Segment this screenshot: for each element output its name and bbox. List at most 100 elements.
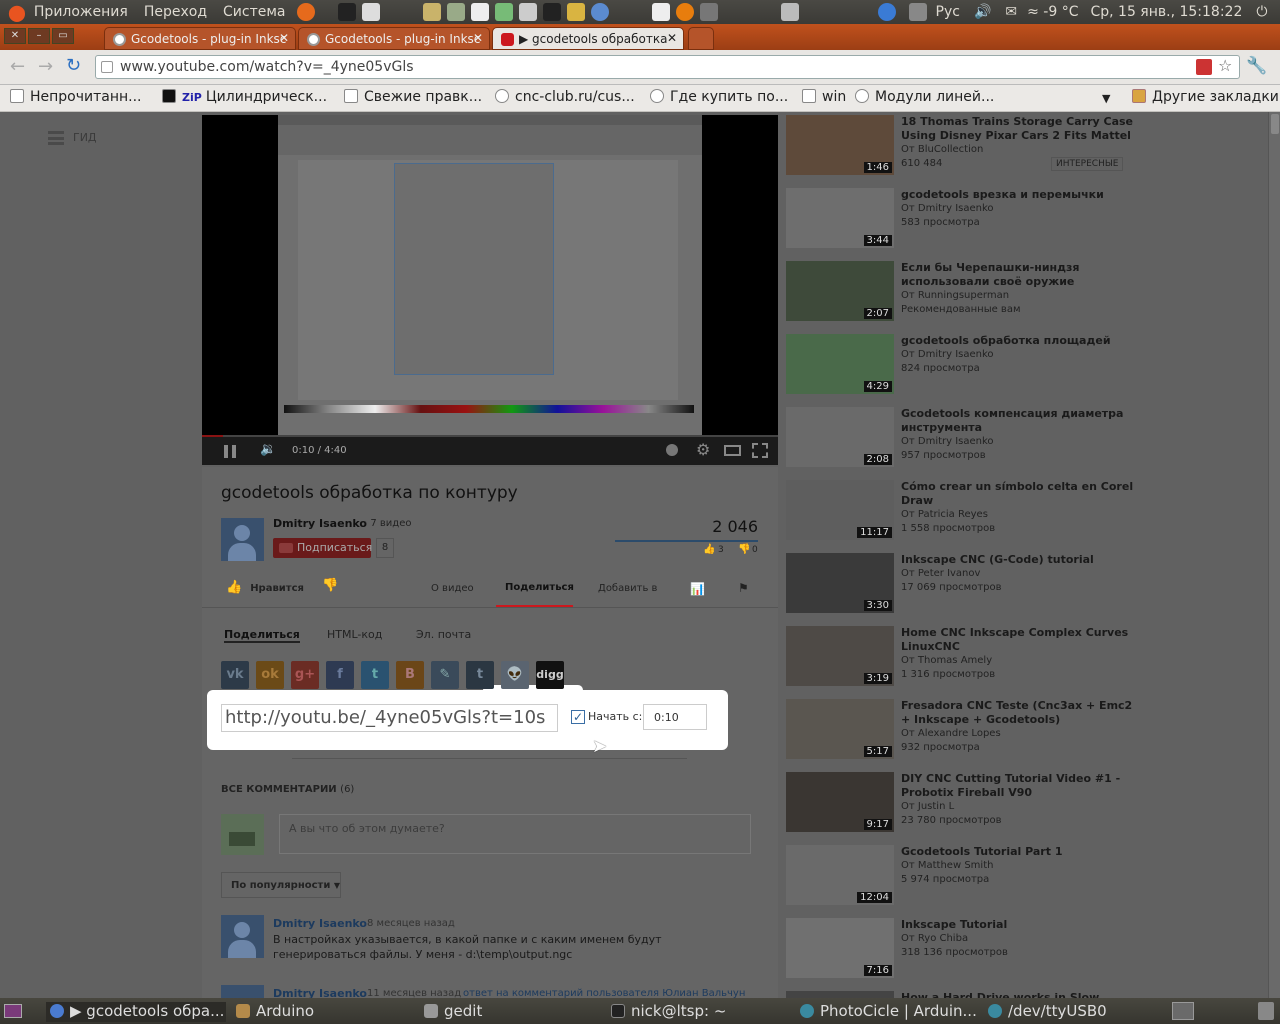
terminal-launcher-icon[interactable] <box>337 3 356 21</box>
bookmarks-overflow-icon[interactable]: ▼ <box>1102 92 1110 105</box>
window-close-button[interactable]: ✕ <box>4 28 26 44</box>
video-thumbnail[interactable] <box>786 991 894 998</box>
firefox-launcher-icon[interactable] <box>296 3 315 21</box>
comment-avatar[interactable] <box>221 915 264 958</box>
vk-share-icon[interactable]: vk <box>221 661 249 689</box>
taskbar-item[interactable]: gedit <box>424 1002 482 1020</box>
app-launcher-icon[interactable] <box>494 3 513 21</box>
bookmark-item[interactable]: Модули линей... <box>855 89 994 105</box>
related-video-title[interactable]: Home CNC Inkscape Complex Curves LinuxCN… <box>901 626 1136 654</box>
settings-gear-icon[interactable]: ⚙ <box>696 440 710 459</box>
extension-icon[interactable] <box>1196 59 1212 75</box>
related-video-title[interactable]: How a Hard Drive works in Slow Motion - <box>901 991 1136 998</box>
forward-icon[interactable]: → <box>38 56 53 77</box>
bookmark-item[interactable]: ZiP Цилиндрическ... <box>162 89 327 105</box>
share-subtab-embed[interactable]: HTML-код <box>327 628 382 641</box>
network-icon[interactable] <box>877 3 896 21</box>
video-thumbnail[interactable]: 7:16 <box>786 918 894 978</box>
ubuntu-logo-icon[interactable]: ⬤ <box>8 3 26 22</box>
menu-places[interactable]: Переход <box>136 4 215 20</box>
related-video-item[interactable]: 1:46 18 Thomas Trains Storage Carry Case … <box>786 115 1246 177</box>
browser-tab-active[interactable]: ▶ gcodetools обработка ✕ <box>492 27 684 50</box>
trash-icon[interactable] <box>1258 1002 1274 1020</box>
related-video-item[interactable]: 7:16 Inkscape Tutorial От Ryo Chiba 318 136… <box>786 918 1246 980</box>
tab-add-to[interactable]: Добавить в <box>598 583 657 594</box>
battery-icon[interactable] <box>908 3 927 21</box>
video-thumbnail[interactable]: 12:04 <box>786 845 894 905</box>
browser-tab[interactable]: Gcodetools - plug-in Inksc ✕ <box>104 27 296 50</box>
blender-launcher-icon[interactable] <box>675 3 694 21</box>
start-at-checkbox[interactable]: ✓ <box>571 710 585 724</box>
address-bar[interactable]: www.youtube.com/watch?v=_4yne05vGls ☆ <box>95 55 1240 79</box>
share-subtab-share[interactable]: Поделиться <box>224 628 300 643</box>
video-thumbnail[interactable]: 3:44 <box>786 188 894 248</box>
video-thumbnail[interactable]: 5:17 <box>786 699 894 759</box>
app-launcher-icon[interactable] <box>542 3 561 21</box>
menu-applications[interactable]: Приложения <box>26 4 136 20</box>
stats-icon[interactable]: 📊 <box>690 582 705 596</box>
related-video-item[interactable]: 3:30 Inkscape CNC (G-Code) tutorial От Pet… <box>786 553 1246 615</box>
video-thumbnail[interactable]: 3:19 <box>786 626 894 686</box>
google-plus-share-icon[interactable]: g+ <box>291 661 319 689</box>
wrench-menu-icon[interactable]: 🔧 <box>1246 56 1267 76</box>
guide-menu-icon[interactable] <box>48 131 64 145</box>
related-video-title[interactable]: Inkscape Tutorial <box>901 918 1136 932</box>
guide-label[interactable]: ГИД <box>73 131 97 144</box>
sort-dropdown[interactable]: По популярности ▼ <box>221 872 341 898</box>
facebook-share-icon[interactable]: f <box>326 661 354 689</box>
video-thumbnail[interactable]: 9:17 <box>786 772 894 832</box>
tab-about[interactable]: О видео <box>431 583 474 594</box>
watch-later-icon[interactable] <box>666 444 678 456</box>
video-thumbnail[interactable]: 1:46 <box>786 115 894 175</box>
related-video-item[interactable]: 5:17 Fresadora CNC Teste (Cnc3ax + Emc2 +… <box>786 699 1246 761</box>
bookmark-item[interactable]: Непрочитанн... <box>10 89 142 105</box>
fullscreen-icon[interactable] <box>752 443 768 458</box>
show-desktop-icon[interactable] <box>4 1004 22 1018</box>
mail-icon[interactable]: ✉ <box>1005 4 1017 20</box>
app-launcher-icon[interactable] <box>566 3 585 21</box>
app-launcher-icon[interactable] <box>651 3 670 21</box>
video-thumbnail[interactable]: 11:17 <box>786 480 894 540</box>
app-launcher-icon[interactable] <box>518 3 537 21</box>
related-video-item[interactable]: 2:07 Если бы Черепашки-ниндзя использовал… <box>786 261 1246 323</box>
weather-indicator[interactable]: ≈ -9 °C <box>1027 4 1078 20</box>
show-desktop-icon[interactable] <box>780 3 799 21</box>
workspace-switcher-icon[interactable] <box>1172 1002 1194 1020</box>
channel-name[interactable]: Dmitry Isaenko <box>273 517 367 530</box>
related-video-title[interactable]: gcodetools врезка и перемычки <box>901 188 1136 202</box>
taskbar-item[interactable]: ▶ gcodetools обра... <box>46 1002 226 1022</box>
taskbar-item[interactable]: Arduino <box>236 1002 314 1020</box>
menu-system[interactable]: Система <box>215 4 293 20</box>
app-launcher-icon[interactable] <box>699 3 718 21</box>
related-video-item[interactable]: 3:19 Home CNC Inkscape Complex Curves Lin… <box>786 626 1246 688</box>
related-video-item[interactable]: 4:29 gcodetools обработка площадей От Dmit… <box>786 334 1246 396</box>
volume-icon[interactable]: 🔉 <box>260 442 276 457</box>
twitter-share-icon[interactable]: t <box>361 661 389 689</box>
comment-input[interactable]: А вы что об этом думаете? <box>279 814 751 854</box>
power-icon[interactable]: ⏻ <box>1256 4 1267 20</box>
app-launcher-icon[interactable] <box>470 3 489 21</box>
taskbar-item[interactable]: nick@ltsp: ~ <box>611 1002 726 1020</box>
tab-close-icon[interactable]: ✕ <box>473 31 483 45</box>
flag-icon[interactable]: ⚑ <box>738 581 749 595</box>
blogger-share-icon[interactable]: B <box>396 661 424 689</box>
page-scrollbar[interactable] <box>1268 112 1280 998</box>
video-thumbnail[interactable]: 2:07 <box>786 261 894 321</box>
comment-reply-link[interactable]: ответ на комментарий пользователя Юлиан … <box>463 988 745 998</box>
related-video-title[interactable]: Gcodetools компенсация диаметра инструме… <box>901 407 1136 435</box>
like-button[interactable]: 👍 Нравится <box>226 580 304 595</box>
channel-avatar[interactable] <box>221 518 264 561</box>
related-video-title[interactable]: Gcodetools Tutorial Part 1 <box>901 845 1136 859</box>
related-video-title[interactable]: 18 Thomas Trains Storage Carry Case Usin… <box>901 115 1136 143</box>
bookmark-item[interactable]: Где купить по... <box>650 89 788 105</box>
tumblr-share-icon[interactable]: t <box>466 661 494 689</box>
related-video-title[interactable]: Inkscape CNC (G-Code) tutorial <box>901 553 1136 567</box>
related-video-title[interactable]: Fresadora CNC Teste (Cnc3ax + Emc2 + Ink… <box>901 699 1136 727</box>
related-video-title[interactable]: Если бы Черепашки-ниндзя использовали св… <box>901 261 1136 289</box>
back-icon[interactable]: ← <box>10 56 25 77</box>
bookmark-star-icon[interactable]: ☆ <box>1218 56 1232 75</box>
comment-avatar[interactable] <box>221 985 264 998</box>
chromium-launcher-icon[interactable] <box>590 3 609 21</box>
related-video-item[interactable]: How a Hard Drive works in Slow Motion - <box>786 991 1246 998</box>
bookmark-item[interactable]: Свежие правк... <box>344 89 482 105</box>
